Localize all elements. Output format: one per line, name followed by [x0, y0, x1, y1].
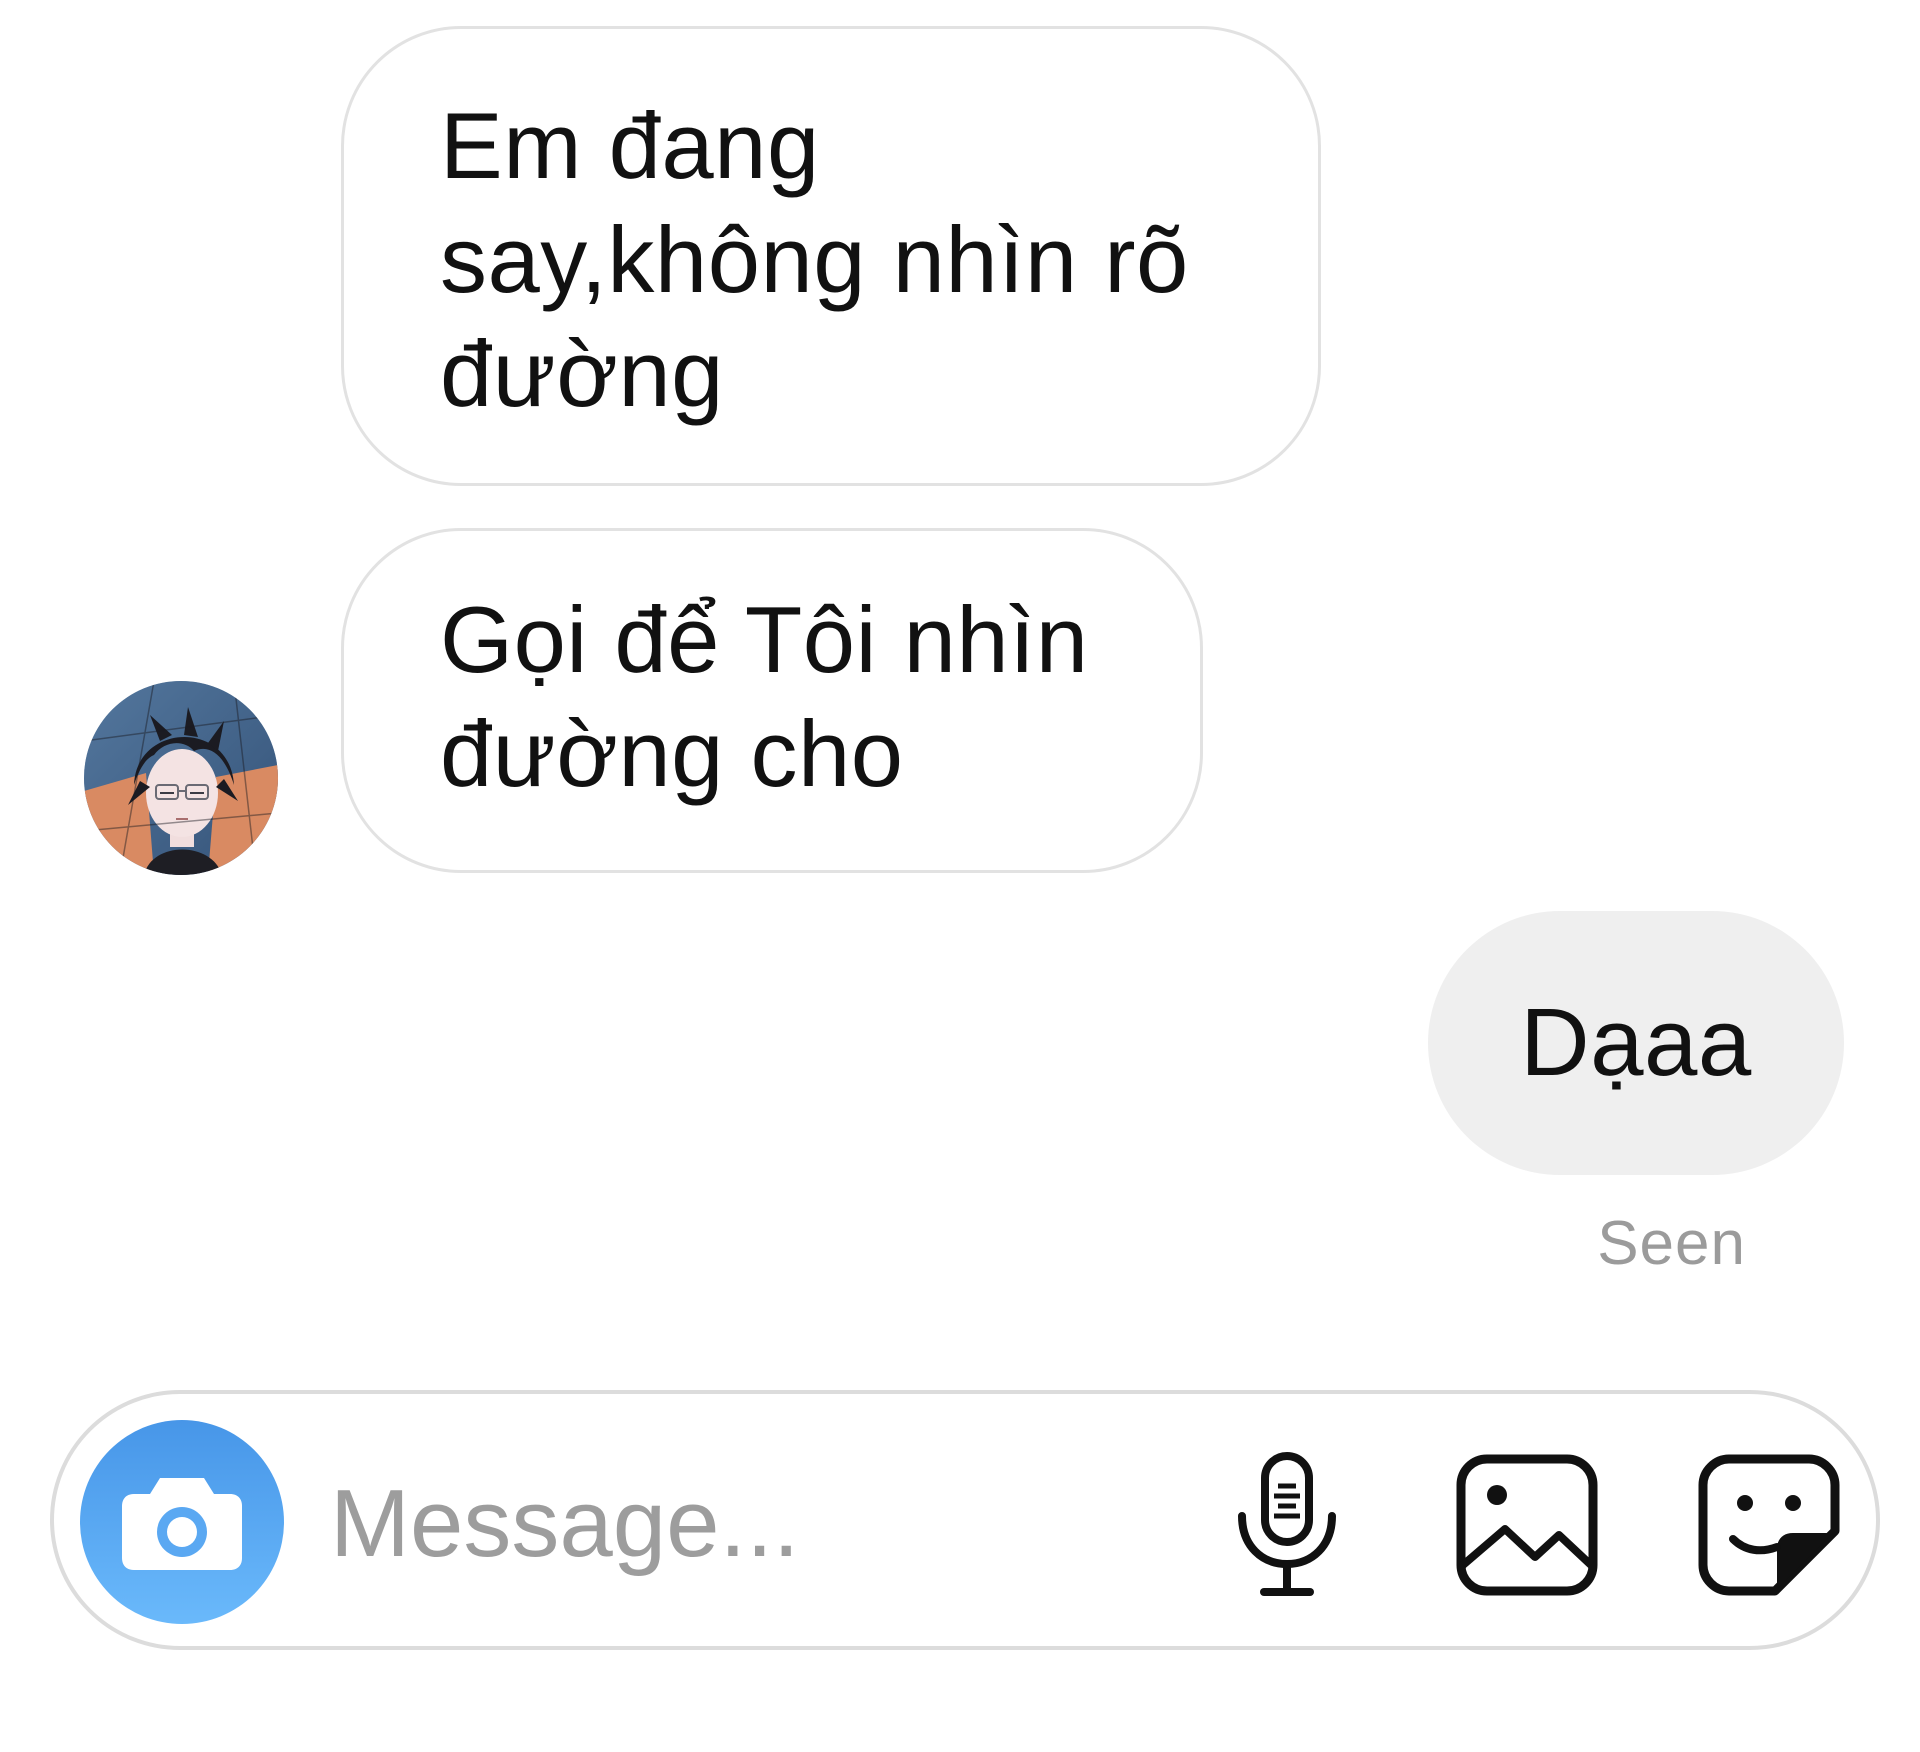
voice-message-button[interactable]: [1212, 1450, 1362, 1600]
sticker-icon: [1698, 1454, 1840, 1596]
message-thread: Em đang say,không nhìn rõ đường Gọi để T…: [0, 0, 1920, 1360]
sender-avatar[interactable]: [84, 681, 278, 875]
message-text-line: say,không nhìn rõ: [440, 207, 1189, 312]
message-text-line: đường cho: [440, 701, 904, 806]
message-text: Dạaa: [1520, 989, 1752, 1096]
seen-status: Seen: [1597, 1209, 1746, 1278]
message-composer: [50, 1390, 1880, 1650]
incoming-message-bubble[interactable]: Em đang say,không nhìn rõ đường: [341, 26, 1321, 486]
message-text-line: đường: [440, 321, 724, 426]
camera-icon: [122, 1478, 242, 1570]
incoming-message-bubble[interactable]: Gọi để Tôi nhìn đường cho: [341, 528, 1203, 873]
sticker-button[interactable]: [1694, 1450, 1844, 1600]
avatar-illustration: [84, 681, 278, 875]
message-text-line: Em đang: [440, 93, 820, 198]
message-input[interactable]: [330, 1454, 1130, 1594]
gallery-button[interactable]: [1452, 1450, 1602, 1600]
camera-button[interactable]: [80, 1420, 284, 1624]
microphone-icon: [1238, 1452, 1336, 1596]
gallery-icon: [1456, 1454, 1598, 1596]
message-text-line: Gọi để Tôi nhìn: [440, 587, 1089, 692]
outgoing-message-bubble[interactable]: Dạaa: [1428, 911, 1844, 1175]
